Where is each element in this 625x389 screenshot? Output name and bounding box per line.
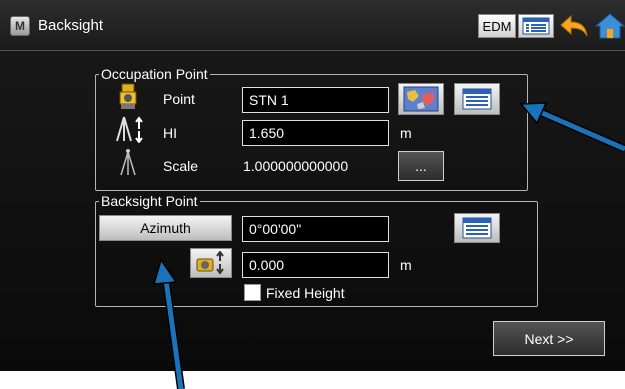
page-title: Backsight <box>38 17 104 34</box>
content-area: Occupation Point Point STN 1 HI 1.650 m … <box>0 51 625 371</box>
occupation-point-legend: Occupation Point <box>101 66 208 82</box>
map-icon <box>403 86 439 112</box>
target-height-unit: m <box>400 257 412 273</box>
home-icon <box>594 13 625 39</box>
list-icon <box>522 17 550 35</box>
instrument-height-icon <box>116 116 143 143</box>
backsight-screen: M Backsight EDM Occupation Point Point S… <box>0 0 625 389</box>
point-input[interactable]: STN 1 <box>242 87 389 113</box>
backsight-point-legend: Backsight Point <box>101 193 198 209</box>
undo-arrow-icon <box>560 14 588 37</box>
fixed-height-checkbox[interactable] <box>244 284 261 301</box>
list-icon <box>462 217 492 239</box>
title-bar: M Backsight EDM <box>0 0 625 51</box>
total-station-icon <box>119 83 137 109</box>
azimuth-input[interactable]: 0°00'00" <box>242 216 389 242</box>
scale-value: 1.000000000000 <box>243 158 349 174</box>
bottom-strip <box>0 371 625 389</box>
hi-input[interactable]: 1.650 <box>242 120 389 146</box>
list-button[interactable] <box>518 14 554 38</box>
map-select-button[interactable] <box>398 83 444 115</box>
back-button[interactable] <box>556 14 592 38</box>
hi-unit: m <box>400 125 412 141</box>
fixed-height-label: Fixed Height <box>266 285 345 301</box>
azimuth-mode-button[interactable]: Azimuth <box>99 215 232 241</box>
home-button[interactable] <box>594 13 625 39</box>
list-icon <box>462 88 492 110</box>
edm-button[interactable]: EDM <box>478 14 516 38</box>
target-height-input[interactable]: 0.000 <box>242 252 389 278</box>
app-menu-icon[interactable]: M <box>10 16 30 36</box>
point-label: Point <box>163 91 195 107</box>
next-button[interactable]: Next >> <box>493 321 605 356</box>
target-height-button[interactable] <box>190 248 232 278</box>
tripod-icon <box>120 149 136 176</box>
scale-options-button[interactable]: ... <box>398 151 444 181</box>
target-height-icon <box>196 251 224 275</box>
scale-label: Scale <box>163 158 199 174</box>
hi-label: HI <box>163 125 177 141</box>
backsight-list-button[interactable] <box>454 213 500 243</box>
point-list-button[interactable] <box>454 83 500 115</box>
